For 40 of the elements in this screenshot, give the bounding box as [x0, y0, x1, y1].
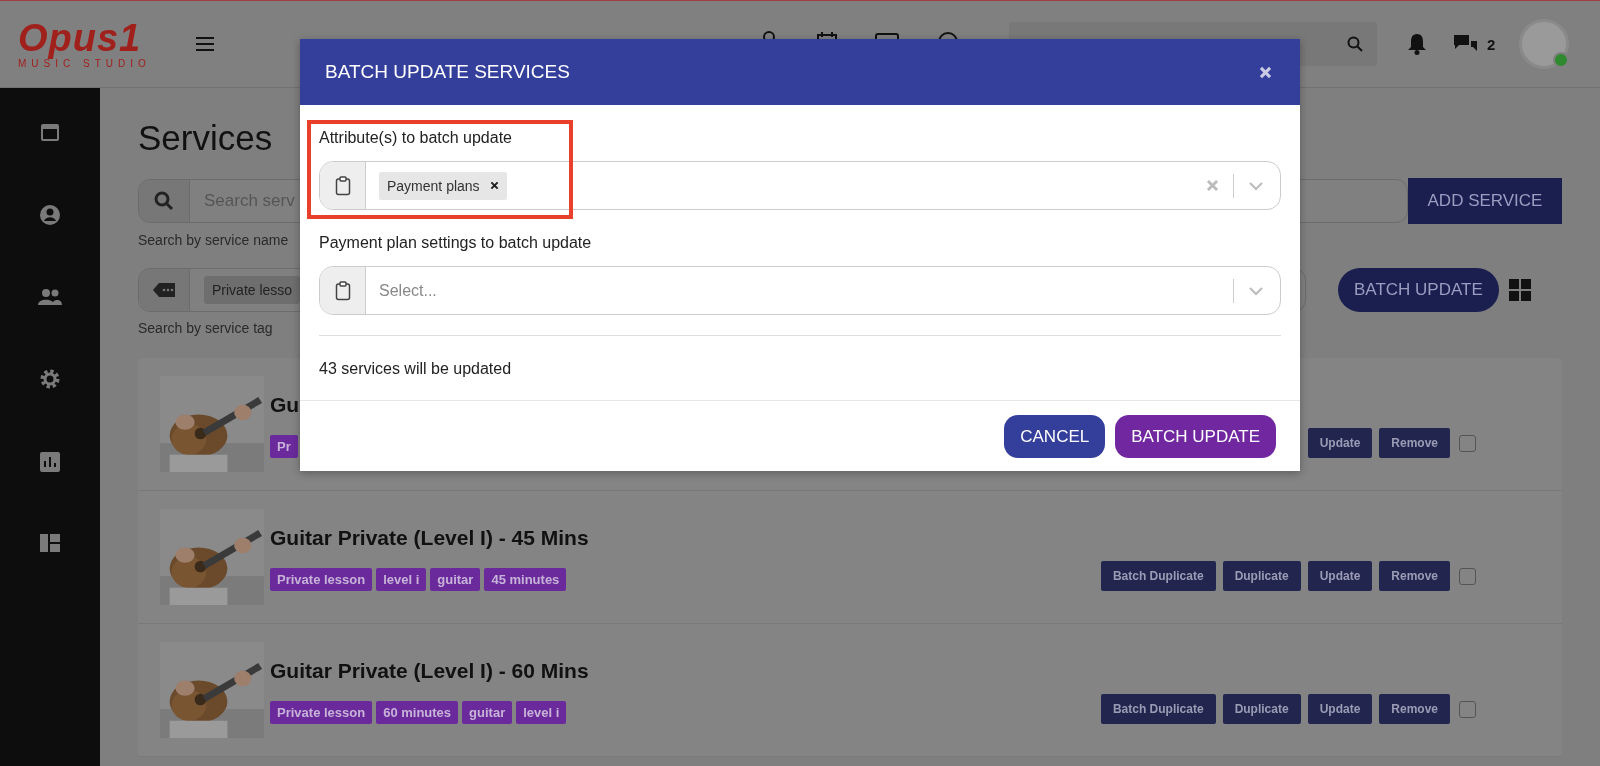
field-label: Payment plan settings to batch update: [319, 234, 592, 252]
service-action-button[interactable]: Update: [1307, 561, 1373, 591]
service-tag: level i: [516, 701, 567, 724]
batch-update-button[interactable]: BATCH UPDATE: [1338, 268, 1499, 312]
service-action-button[interactable]: Batch Duplicate: [1100, 561, 1216, 591]
service-title: Guitar Private (Level I) - 60 Mins: [270, 659, 589, 683]
logo-subtitle: MUSIC STUDIO: [18, 58, 151, 70]
tag-filter-hint: Search by service tag: [138, 320, 273, 336]
service-action-button[interactable]: Remove: [1379, 694, 1450, 724]
select-placeholder: Select...: [379, 281, 437, 300]
cancel-button[interactable]: CANCEL: [1004, 415, 1106, 458]
update-summary: 43 services will be updated: [319, 360, 512, 379]
dialog-title: BATCH UPDATE SERVICES: [325, 61, 570, 83]
service-tag: 60 minutes: [376, 701, 459, 724]
service-action-button[interactable]: Remove: [1379, 561, 1450, 591]
service-tag: guitar: [462, 701, 513, 724]
filter-chip: Private lesso: [204, 276, 301, 304]
field-label: Attribute(s) to batch update: [319, 129, 512, 147]
chip-label: Payment plans: [387, 177, 480, 194]
page-title: Services: [138, 118, 273, 158]
service-action-button[interactable]: Batch Duplicate: [1100, 694, 1216, 724]
service-action-button[interactable]: Update: [1307, 428, 1373, 458]
service-tag: 45 minutes: [484, 568, 567, 591]
search-hint: Search by service name: [138, 232, 289, 248]
service-action-button[interactable]: Duplicate: [1222, 694, 1301, 724]
service-title: Guitar Private (Level I) - 45 Mins: [270, 526, 589, 550]
service-tag: Private lesson: [270, 701, 373, 724]
service-tag: level i: [376, 568, 427, 591]
batch-update-button[interactable]: BATCH UPDATE: [1115, 415, 1276, 458]
service-action-button[interactable]: Update: [1307, 694, 1373, 724]
add-service-button[interactable]: ADD SERVICE: [1408, 178, 1562, 224]
service-title: Gu: [270, 393, 300, 417]
message-count: 2: [1487, 35, 1496, 53]
select-field[interactable]: Select...: [319, 266, 1281, 315]
service-action-button[interactable]: Remove: [1379, 428, 1450, 458]
service-tag: Private lesson: [270, 568, 373, 591]
service-action-button[interactable]: Duplicate: [1222, 561, 1301, 591]
select-field[interactable]: Payment plans: [319, 161, 1281, 210]
service-tag: Pr: [270, 435, 298, 458]
service-tag: guitar: [430, 568, 481, 591]
